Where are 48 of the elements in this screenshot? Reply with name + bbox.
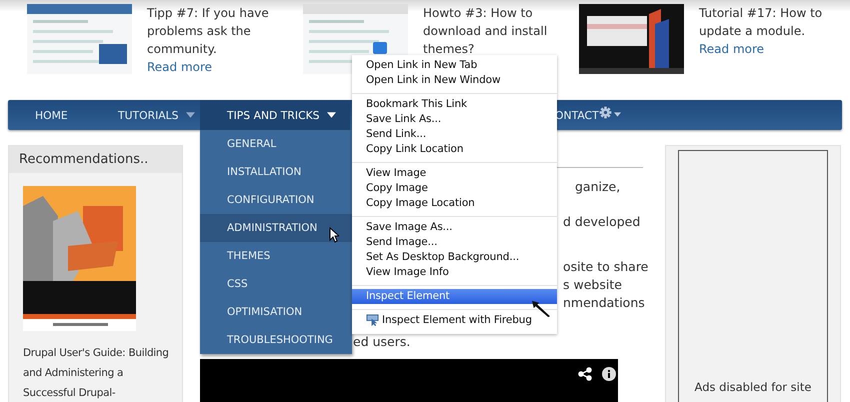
menu-item[interactable]: Send Link... xyxy=(352,127,557,142)
body-text: ganize, xyxy=(574,178,622,196)
bug-icon xyxy=(366,314,379,327)
teaser-title: Tutorial #17: How to update a module. xyxy=(699,5,824,40)
caret-icon xyxy=(326,112,336,118)
menu-item[interactable]: View Image Info xyxy=(352,265,557,280)
menu-item[interactable]: View Image xyxy=(352,166,557,181)
read-more-link[interactable]: Read more xyxy=(699,40,825,58)
read-more-link[interactable]: Read more xyxy=(147,58,273,76)
menu-item[interactable]: TROUBLESHOOTING xyxy=(200,326,352,354)
menu-item[interactable]: Inspect Element with Firebug xyxy=(352,313,557,328)
menu-item[interactable]: GENERAL xyxy=(200,130,352,158)
gear-icon[interactable] xyxy=(598,106,612,119)
menu-item[interactable]: Set As Desktop Background... xyxy=(352,250,557,265)
arrow-cursor-icon xyxy=(531,300,551,318)
cursor-icon xyxy=(329,227,339,243)
menu-item[interactable]: Save Image As... xyxy=(352,220,557,235)
menu-item[interactable]: Open Link in New Window xyxy=(352,73,557,88)
menu-item[interactable]: THEMES xyxy=(200,242,352,270)
share-icon[interactable] xyxy=(578,367,592,381)
body-text: ed users. xyxy=(353,333,410,351)
menu-item[interactable]: CONFIGURATION xyxy=(200,186,352,214)
sidebar-title: Recommendations.. xyxy=(9,146,182,173)
menu-item[interactable]: Copy Link Location xyxy=(352,142,557,157)
menu-item[interactable]: ADMINISTRATION xyxy=(200,214,352,242)
nav-item[interactable]: HOME xyxy=(8,100,90,130)
menu-item[interactable]: OPTIMISATION xyxy=(200,298,352,326)
menu-item[interactable]: Copy Image Location xyxy=(352,196,557,211)
caret-icon xyxy=(614,112,621,117)
body-text: s website xyxy=(563,276,623,294)
menu-item[interactable]: Open Link in New Tab xyxy=(352,58,557,73)
info-icon[interactable] xyxy=(602,367,616,381)
menu-item[interactable]: Copy Image xyxy=(352,181,557,196)
menu-item[interactable]: Save Link As... xyxy=(352,112,557,127)
body-text: nmendations xyxy=(563,294,645,312)
menu-item[interactable]: Inspect Element xyxy=(352,289,557,304)
caret-icon xyxy=(186,112,195,118)
nav-item[interactable]: TIPS AND TRICKS xyxy=(200,100,350,130)
menu-item[interactable]: Send Image... xyxy=(352,235,557,250)
menu-item[interactable]: CSS xyxy=(200,270,352,298)
ad-notice: Ads disabled for site xyxy=(694,380,812,394)
teaser-title: Howto #3: How to download and install themes? xyxy=(423,5,548,58)
body-text: d developed xyxy=(563,213,642,231)
nav-item[interactable]: TUTORIALS xyxy=(90,100,200,130)
menu-item[interactable]: Bookmark This Link xyxy=(352,97,557,112)
teaser-title: Tipp #7: If you have problems ask the community. xyxy=(147,5,270,58)
book-title-link[interactable]: Drupal User's Guide: Building and Administering a Successful Drupal- xyxy=(9,331,182,402)
menu-item[interactable]: INSTALLATION xyxy=(200,158,352,186)
